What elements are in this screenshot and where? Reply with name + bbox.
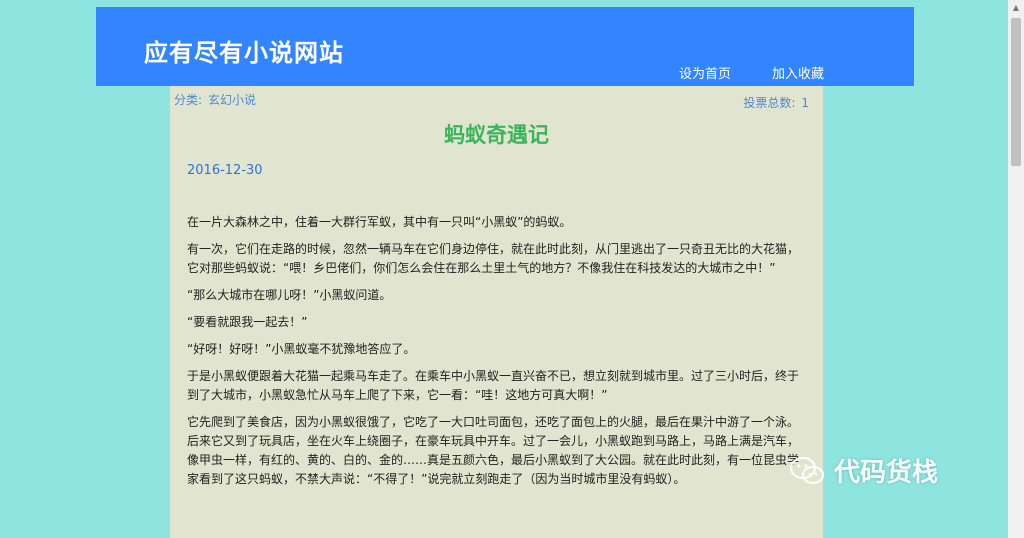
story-title: 蚂蚁奇遇记: [444, 123, 549, 147]
set-homepage-link[interactable]: 设为首页: [679, 63, 731, 82]
votes-value: 1: [801, 96, 809, 110]
story-paragraph: 它先爬到了美食店，因为小黑蚁很饿了，它吃了一大口吐司面包，还吃了面包上的火腿，最…: [187, 415, 800, 486]
category-link[interactable]: 玄幻小说: [208, 93, 256, 107]
story-paragraph: 在一片大森林之中，住着一大群行军蚁，其中有一只叫“小黑蚁”的蚂蚁。: [187, 215, 572, 229]
site-header: 应有尽有小说网站 设为首页 加入收藏: [96, 7, 914, 86]
vertical-scrollbar[interactable]: ▲: [1008, 0, 1024, 538]
story-paragraph: “好呀！好呀！”小黑蚁毫不犹豫地答应了。: [187, 342, 416, 356]
add-favorite-link[interactable]: 加入收藏: [772, 63, 824, 82]
watermark: 代码货栈: [790, 452, 938, 489]
story-paragraph: 于是小黑蚁便跟着大花猫一起乘马车走了。在乘车中小黑蚁一直兴奋不已，想立刻就到城市…: [187, 369, 800, 402]
top-nav: 设为首页 加入收藏: [679, 63, 824, 82]
publish-date: 2016-12-30: [187, 163, 263, 178]
story-paragraph: “要看就跟我一起去！”: [187, 315, 308, 329]
story-body: 在一片大森林之中，住着一大群行军蚁，其中有一只叫“小黑蚁”的蚂蚁。 有一次，它们…: [187, 213, 807, 497]
vote-count: 投票总数: 1: [737, 94, 809, 111]
scroll-up-arrow-icon[interactable]: ▲: [1008, 0, 1024, 16]
story-panel: 分类: 玄幻小说 投票总数: 1 蚂蚁奇遇记 2016-12-30 在一片大森林之中…: [170, 86, 823, 538]
scroll-thumb[interactable]: [1011, 18, 1021, 166]
category-info: 分类: 玄幻小说: [174, 91, 262, 108]
votes-label: 投票总数:: [743, 96, 796, 110]
wechat-icon: [790, 456, 824, 486]
story-paragraph: 有一次，它们在走路的时候，忽然一辆马车在它们身边停住，就在此时此刻，从门里逃出了…: [187, 242, 800, 275]
story-paragraph: “那么大城市在哪儿呀！”小黑蚁问道。: [187, 288, 392, 302]
watermark-text: 代码货栈: [834, 458, 939, 488]
category-label: 分类:: [174, 93, 203, 107]
site-title: 应有尽有小说网站: [144, 39, 344, 67]
